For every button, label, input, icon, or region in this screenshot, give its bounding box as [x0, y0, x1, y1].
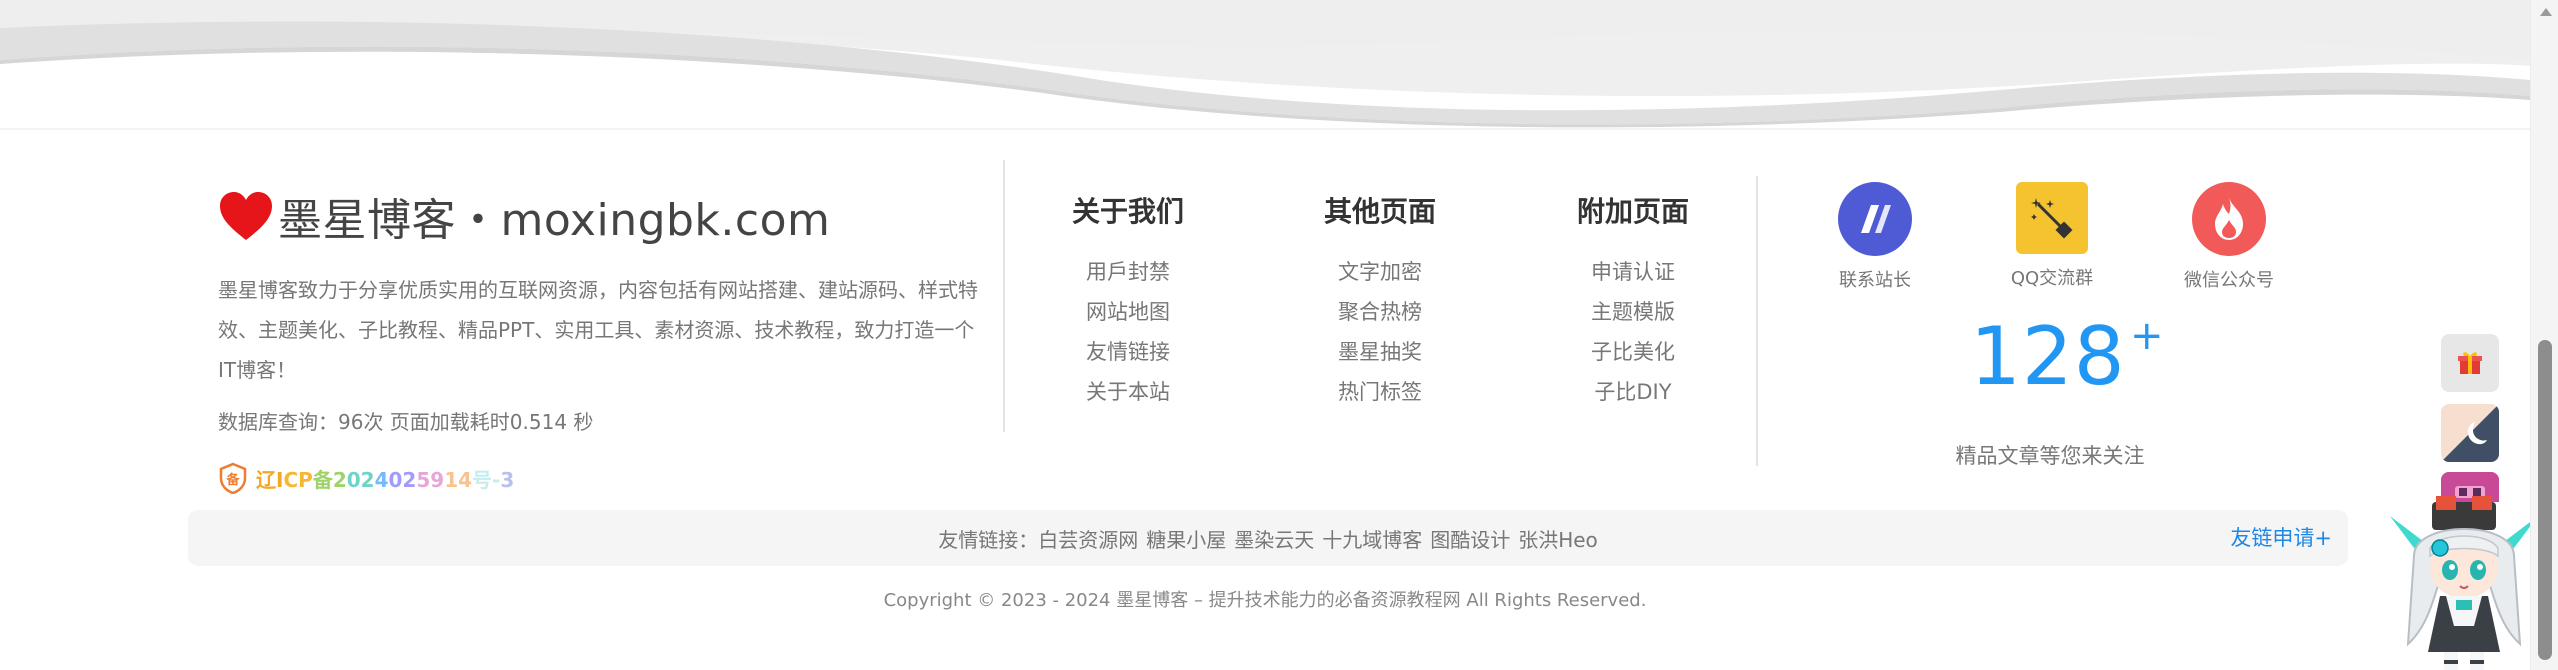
scrollbar-up-arrow-icon[interactable]	[2540, 8, 2552, 16]
contact-wechat[interactable]: 微信公众号	[2159, 182, 2299, 292]
svg-text:备: 备	[225, 472, 240, 488]
menu-title: 关于我们	[1071, 195, 1184, 228]
friend-links-label: 友情链接：	[938, 527, 1039, 552]
icp-char: I	[276, 467, 284, 492]
icp-char: 辽	[256, 467, 276, 492]
theme-toggle-button[interactable]	[2441, 404, 2499, 462]
brand-description: 墨星博客致力于分享优质实用的互联网资源，内容包括有网站搭建、建站源码、样式特效、…	[218, 278, 978, 382]
friend-link[interactable]: 墨染云天	[1234, 524, 1314, 553]
icp-char: 4	[374, 467, 389, 492]
icp-char: 号	[472, 467, 493, 492]
icp-char: 1	[444, 467, 459, 492]
menu-title: 其他页面	[1323, 195, 1436, 228]
icp-char: C	[283, 467, 299, 492]
column-divider	[1003, 160, 1005, 432]
menu-link-about-site[interactable]: 关于本站	[1028, 372, 1228, 412]
icp-char: 2	[402, 467, 417, 492]
icp-char: 备	[312, 467, 333, 492]
load-stats: 数据库查询：96次 页面加载耗时0.514 秒	[218, 410, 594, 434]
icp-char: -	[492, 467, 501, 492]
menu-link-sitemap[interactable]: 网站地图	[1028, 292, 1228, 332]
menu-link-text-encrypt[interactable]: 文字加密	[1280, 252, 1480, 292]
menu-link-lottery[interactable]: 墨星抽奖	[1280, 332, 1480, 372]
contact-admin-icon	[1838, 182, 1912, 256]
gift-button[interactable]	[2441, 334, 2499, 392]
friend-link-apply-button[interactable]: 友链申请+	[2230, 510, 2332, 566]
friend-links-list: 友情链接： 白芸资源网 糖果小屋 墨染云天 十九域博客 图酷设计 张洪Heo	[188, 510, 2348, 566]
icp-char: 9	[430, 467, 445, 492]
contact-label: 微信公众号	[2184, 270, 2274, 291]
footer-wave-decoration	[0, 0, 2530, 130]
gift-icon	[2458, 352, 2482, 374]
icp-char: 2	[332, 467, 347, 492]
flame-icon	[2192, 182, 2266, 256]
icp-char: 4	[458, 467, 473, 492]
friend-link[interactable]: 张洪Heo	[1518, 524, 1598, 553]
copyright-text: Copyright © 2023 - 2024 墨星博客 – 提升技术能力的必备…	[883, 590, 1647, 611]
friend-link[interactable]: 图酷设计	[1430, 524, 1510, 553]
menu-link-theme-template[interactable]: 主题模版	[1533, 292, 1733, 332]
icp-record-link[interactable]: 备 辽ICP备2024025914号-3	[218, 462, 514, 494]
brand-name: 墨星博客・moxingbk.com	[278, 195, 831, 246]
magic-wand-icon	[2016, 182, 2088, 254]
menu-link-friend-links[interactable]: 友情链接	[1028, 332, 1228, 372]
icp-char: 0	[346, 467, 361, 492]
friend-link[interactable]: 白芸资源网	[1038, 524, 1138, 553]
menu-link-user-ban[interactable]: 用戶封禁	[1028, 252, 1228, 292]
friend-link[interactable]: 糖果小屋	[1146, 524, 1226, 553]
icp-char: 5	[416, 467, 431, 492]
menu-link-theme-diy[interactable]: 子比DIY	[1533, 372, 1733, 412]
heart-icon	[220, 192, 272, 240]
menu-column-other: 其他页面 文字加密 聚合热榜 墨星抽奖 热门标签	[1280, 192, 1480, 412]
icp-char: 3	[500, 467, 515, 492]
icp-char: 2	[360, 467, 375, 492]
contact-qq-group[interactable]: QQ交流群	[1982, 182, 2122, 290]
scrollbar-thumb[interactable]	[2538, 340, 2552, 660]
icp-char: 0	[388, 467, 403, 492]
menu-column-about: 关于我们 用戶封禁 网站地图 友情链接 关于本站	[1028, 192, 1228, 412]
menu-link-hot-tags[interactable]: 热门标签	[1280, 372, 1480, 412]
menu-title: 附加页面	[1576, 195, 1689, 228]
menu-column-extra: 附加页面 申请认证 主题模版 子比美化 子比DIY	[1533, 192, 1733, 412]
menu-link-theme-beautify[interactable]: 子比美化	[1533, 332, 1733, 372]
menu-link-apply-verify[interactable]: 申请认证	[1533, 252, 1733, 292]
column-divider	[1756, 176, 1758, 466]
contact-admin[interactable]: 联系站长	[1805, 182, 1945, 292]
menu-link-hot-list[interactable]: 聚合热榜	[1280, 292, 1480, 332]
page-scrollbar[interactable]	[2530, 0, 2558, 670]
contact-label: 联系站长	[1839, 270, 1911, 291]
article-count-plus: +	[2130, 313, 2164, 359]
icp-char: P	[298, 467, 313, 492]
friend-links-bar: 友情链接： 白芸资源网 糖果小屋 墨染云天 十九域博客 图酷设计 张洪Heo 友…	[188, 510, 2348, 566]
article-count-caption: 精品文章等您来关注	[1955, 444, 2145, 468]
top-separator	[0, 128, 2530, 130]
moon-icon	[2441, 404, 2499, 462]
icp-badge-icon: 备	[219, 462, 247, 494]
contact-label: QQ交流群	[2010, 268, 2094, 289]
friend-link[interactable]: 十九域博客	[1322, 524, 1422, 553]
brand-title[interactable]: 墨星博客・moxingbk.com	[218, 188, 830, 246]
icp-record-text: 辽ICP备2024025914号-3	[256, 464, 514, 493]
article-count: 128	[1970, 310, 2126, 403]
